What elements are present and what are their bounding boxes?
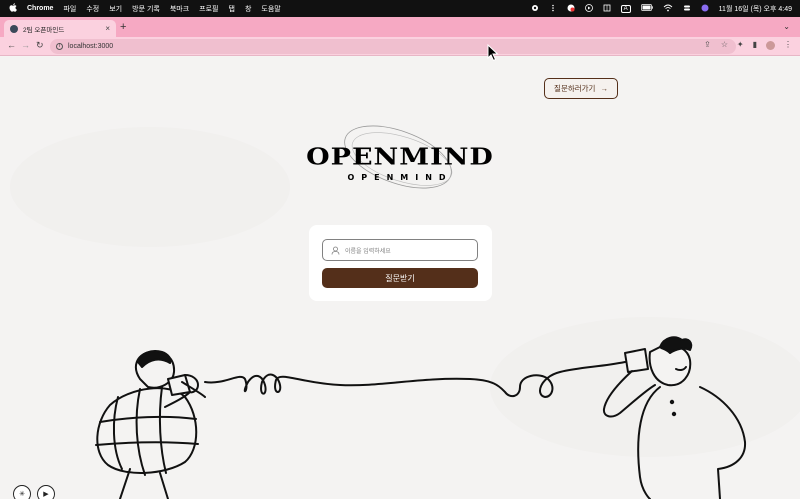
chrome-menu-icon[interactable]: ⋮ — [784, 40, 792, 50]
openmind-logo: OPENMIND OPENMIND — [290, 117, 510, 207]
menu-bookmarks[interactable]: 북마크 — [170, 4, 189, 14]
siri-icon[interactable] — [701, 4, 709, 14]
side-panel-icon[interactable]: ▮ — [753, 40, 757, 50]
forward-arrow-icon[interactable]: → — [21, 40, 30, 50]
status-gear-icon[interactable] — [531, 4, 539, 14]
profile-avatar-icon[interactable] — [766, 41, 775, 50]
menu-file[interactable]: 파일 — [63, 4, 76, 14]
battery-icon — [640, 4, 653, 13]
new-tab-button[interactable]: + — [120, 21, 126, 33]
name-input[interactable]: 이름을 입력하세요 — [322, 239, 478, 261]
address-bar[interactable]: i localhost:3000 — [50, 39, 736, 54]
person-icon — [331, 246, 340, 255]
name-input-placeholder: 이름을 입력하세요 — [345, 248, 391, 255]
menu-history[interactable]: 방문 기록 — [132, 4, 160, 14]
favicon-icon — [10, 24, 18, 33]
wifi-icon[interactable] — [663, 4, 673, 14]
info-icon[interactable]: i — [56, 43, 63, 50]
control-center-icon[interactable] — [683, 4, 691, 14]
logo-subtext: OPENMIND — [347, 173, 453, 182]
browser-toolbar: ← → ↻ i localhost:3000 ⇪ ☆ ✦ ▮ ⋮ — [0, 37, 800, 56]
macos-menubar: Chrome 파일 수정 보기 방문 기록 북마크 프로필 탭 창 도움말 A … — [0, 0, 800, 17]
status-grid-icon[interactable] — [603, 4, 611, 14]
apple-icon[interactable] — [9, 3, 17, 14]
reload-icon[interactable]: ↻ — [36, 40, 44, 51]
tab-title: 2팀 오픈마인드 — [23, 26, 65, 34]
play-icon[interactable]: ▶ — [37, 485, 55, 499]
app-menu-chrome[interactable]: Chrome — [27, 5, 53, 12]
status-play-icon[interactable] — [584, 3, 593, 14]
status-dots-icon[interactable] — [549, 4, 557, 14]
menu-profiles[interactable]: 프로필 — [199, 4, 218, 14]
menu-view[interactable]: 보기 — [109, 4, 122, 14]
sparkle-icon[interactable]: ✳ — [13, 485, 31, 499]
tab-search-chevron-icon[interactable]: ⌄ — [783, 22, 790, 31]
menu-help[interactable]: 도움말 — [261, 4, 280, 14]
tab-close-icon[interactable]: × — [105, 24, 110, 33]
go-ask-button[interactable]: 질문하러가기 → — [544, 78, 618, 99]
mouse-cursor-icon — [487, 44, 499, 62]
receive-questions-button[interactable]: 질문받기 — [322, 268, 478, 288]
menu-tab[interactable]: 탭 — [229, 4, 235, 14]
receive-questions-label: 질문받기 — [385, 273, 415, 283]
browser-tab-active[interactable]: 2팀 오픈마인드 × — [4, 20, 116, 37]
menu-window[interactable]: 창 — [245, 4, 251, 14]
go-ask-button-label: 질문하러가기 — [554, 84, 596, 93]
back-arrow-icon[interactable]: ← — [7, 40, 16, 50]
menubar-clock[interactable]: 11월 16일 (목) 오후 4:49 — [719, 4, 792, 14]
extensions-puzzle-icon[interactable]: ✦ — [737, 40, 744, 50]
share-icon[interactable]: ⇪ — [704, 40, 711, 49]
name-form-card: 이름을 입력하세요 질문받기 — [309, 225, 492, 301]
address-bar-url: localhost:3000 — [68, 43, 114, 50]
logo-wordmark: OPENMIND — [306, 144, 494, 171]
arrow-right-icon: → — [600, 84, 608, 93]
input-source-badge[interactable]: A — [620, 4, 631, 13]
status-record-icon[interactable] — [567, 4, 575, 14]
page-viewport: 질문하러가기 → OPENMIND OPENMIND 이름을 입력하세요 질문받… — [0, 57, 800, 499]
menu-edit[interactable]: 수정 — [86, 4, 99, 14]
bookmark-star-icon[interactable]: ☆ — [721, 40, 728, 49]
